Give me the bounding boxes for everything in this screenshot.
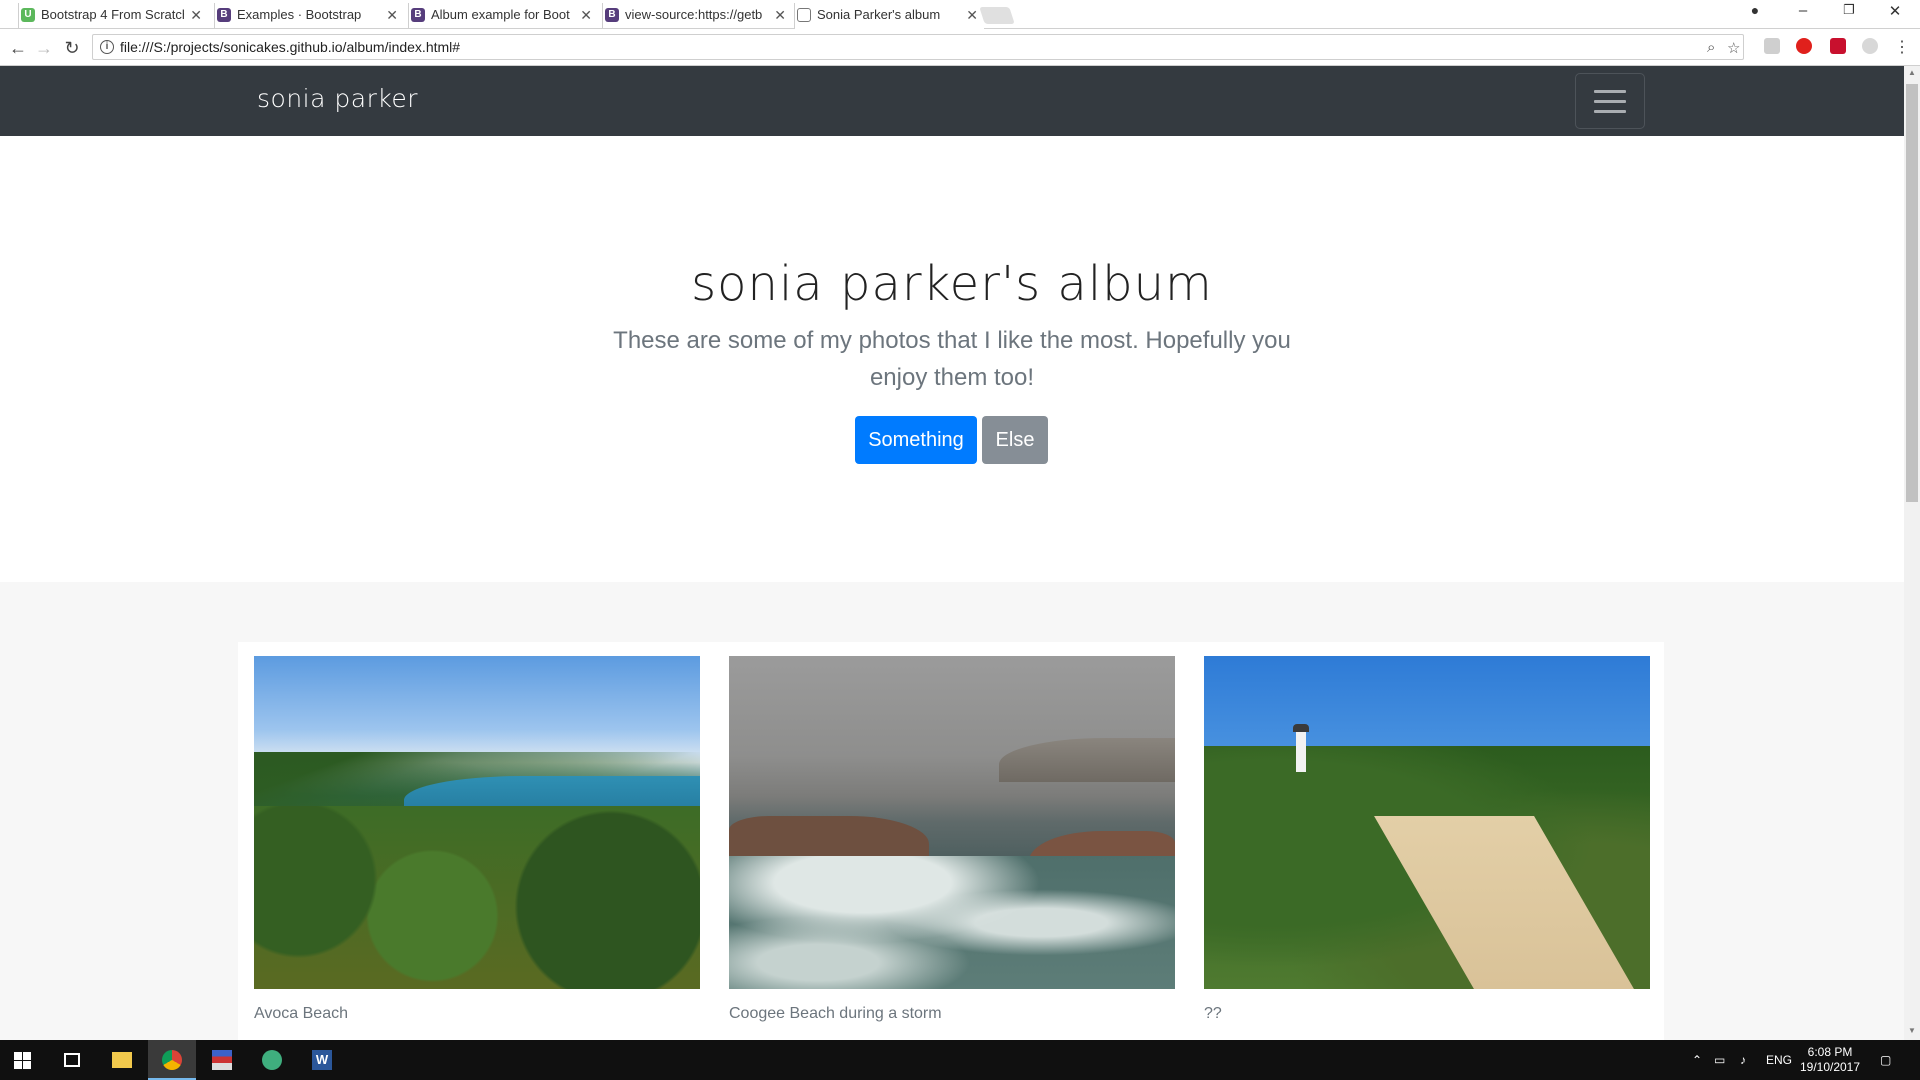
bootstrap-favicon-icon: B	[217, 8, 231, 22]
url-text[interactable]: file:///S:/projects/sonicakes.github.io/…	[120, 39, 460, 55]
profile-icon[interactable]: ●	[1740, 2, 1770, 18]
tab-view-source[interactable]: B view-source:https://getb ✕	[602, 3, 792, 29]
restore-icon[interactable]: ❐	[1834, 2, 1864, 18]
action-center-icon[interactable]: ▢	[1880, 1040, 1891, 1080]
bootstrap-favicon-icon: B	[411, 8, 425, 22]
else-button[interactable]: Else	[982, 416, 1048, 464]
browser-toolbar: ← → ↻ i file:///S:/projects/sonicakes.gi…	[0, 30, 1920, 66]
page-viewport: sonia parker sonia parker's album These …	[0, 66, 1904, 1040]
volume-icon[interactable]: ♪	[1740, 1040, 1746, 1080]
album-section: Avoca Beach Coogee Beach during a storm	[0, 582, 1904, 1040]
close-tab-icon[interactable]: ✕	[774, 3, 786, 27]
word-taskbar-button[interactable]: W	[298, 1040, 346, 1080]
lead-text: These are some of my photos that I like …	[613, 327, 1291, 391]
new-tab-button[interactable]	[979, 7, 1015, 24]
bookmark-star-icon[interactable]: ☆	[1727, 39, 1740, 57]
chrome-icon	[162, 1050, 182, 1070]
task-view-icon	[64, 1053, 80, 1067]
page-favicon-icon	[797, 8, 811, 22]
navbar-toggler-button[interactable]	[1575, 73, 1645, 129]
jumbotron: sonia parker's album These are some of m…	[0, 136, 1904, 582]
menu-dots-icon[interactable]: ⋮	[1890, 36, 1914, 60]
tab-title: Examples · Bootstrap	[237, 7, 362, 22]
tab-bootstrap-examples[interactable]: B Examples · Bootstrap ✕	[214, 3, 404, 29]
close-tab-icon[interactable]: ✕	[966, 3, 978, 27]
app-taskbar-button[interactable]	[198, 1040, 246, 1080]
tab-bootstrap-from-scratch[interactable]: U Bootstrap 4 From Scratch ✕	[18, 3, 208, 29]
photo-card: Avoca Beach	[254, 656, 700, 1023]
opera-extension-icon[interactable]	[1796, 38, 1812, 54]
hamburger-line	[1594, 100, 1626, 103]
task-view-button[interactable]	[48, 1040, 96, 1080]
back-icon[interactable]: ←	[6, 36, 30, 60]
scroll-down-icon[interactable]: ▼	[1904, 1026, 1920, 1035]
taskbar-clock[interactable]: 6:08 PM 19/10/2017	[1790, 1045, 1870, 1075]
avoca-beach-photo[interactable]	[254, 656, 700, 989]
tab-strip: U Bootstrap 4 From Scratch ✕ B Examples …	[0, 0, 1920, 29]
app-taskbar-button[interactable]	[248, 1040, 296, 1080]
minimize-icon[interactable]: –	[1788, 2, 1818, 19]
windows-logo-icon	[14, 1052, 31, 1069]
site-navbar: sonia parker	[0, 66, 1904, 136]
word-icon: W	[312, 1050, 332, 1070]
forward-icon[interactable]: →	[32, 36, 56, 60]
photo-caption: Avoca Beach	[254, 1005, 348, 1022]
app-icon	[262, 1050, 282, 1070]
chrome-taskbar-button[interactable]	[148, 1040, 196, 1080]
page-title: sonia parker's album	[691, 256, 1213, 312]
tab-title: Bootstrap 4 From Scratch	[41, 7, 184, 22]
photo-layer	[254, 806, 700, 989]
grey-extension-icon[interactable]	[1862, 38, 1878, 54]
photo-layer	[999, 738, 1175, 782]
tab-title: Album example for Boot	[431, 7, 570, 22]
network-icon[interactable]: ▭	[1714, 1040, 1725, 1080]
page-scrollbar[interactable]: ▲ ▼	[1904, 66, 1920, 1040]
something-button[interactable]: Something	[855, 416, 977, 464]
windows-taskbar: W ⌃ ▭ ♪ ENG 6:08 PM 19/10/2017 ▢	[0, 1040, 1920, 1080]
photo-card: ??	[1204, 656, 1650, 1023]
photo-caption: ??	[1204, 1005, 1222, 1022]
tab-album-example[interactable]: B Album example for Boot ✕	[408, 3, 598, 29]
zoom-icon[interactable]: ⌕	[1707, 39, 1715, 56]
red-extension-icon[interactable]	[1830, 38, 1846, 54]
close-tab-icon[interactable]: ✕	[580, 3, 592, 27]
folder-icon	[112, 1052, 132, 1068]
album-row: Avoca Beach Coogee Beach during a storm	[238, 642, 1664, 1040]
navbar-brand[interactable]: sonia parker	[257, 84, 418, 113]
tab-title: Sonia Parker's album	[817, 7, 941, 22]
clock-time: 6:08 PM	[1807, 1045, 1853, 1059]
lighthouse-shape	[1293, 724, 1309, 732]
file-explorer-button[interactable]	[98, 1040, 146, 1080]
lighthouse-shape	[1296, 730, 1306, 772]
info-icon[interactable]: i	[100, 40, 114, 54]
address-bar[interactable]: i file:///S:/projects/sonicakes.github.i…	[92, 34, 1744, 60]
tab-title: view-source:https://getb	[625, 7, 763, 22]
clock-date: 19/10/2017	[1799, 1060, 1861, 1074]
photo-card: Coogee Beach during a storm	[729, 656, 1175, 1023]
hamburger-line	[1594, 90, 1626, 93]
udemy-favicon-icon: U	[21, 8, 35, 22]
show-hidden-icons[interactable]: ⌃	[1692, 1040, 1702, 1080]
photo-caption: Coogee Beach during a storm	[729, 1005, 942, 1022]
photo-layer	[729, 856, 1175, 989]
scroll-up-icon[interactable]: ▲	[1904, 68, 1920, 77]
lighthouse-photo[interactable]	[1204, 656, 1650, 989]
start-button[interactable]	[0, 1040, 48, 1080]
close-window-icon[interactable]: ✕	[1880, 2, 1910, 20]
hamburger-line	[1594, 110, 1626, 113]
bootstrap-favicon-icon: B	[605, 8, 619, 22]
reload-icon[interactable]: ↻	[60, 36, 84, 60]
close-tab-icon[interactable]: ✕	[386, 3, 398, 27]
scrollbar-thumb[interactable]	[1906, 84, 1918, 502]
extension-icon[interactable]	[1764, 38, 1780, 54]
coogee-beach-photo[interactable]	[729, 656, 1175, 989]
close-tab-icon[interactable]: ✕	[190, 3, 202, 27]
app-icon	[212, 1050, 232, 1070]
language-indicator[interactable]: ENG	[1766, 1040, 1792, 1080]
tab-sonia-parker-album[interactable]: Sonia Parker's album ✕	[794, 3, 984, 29]
